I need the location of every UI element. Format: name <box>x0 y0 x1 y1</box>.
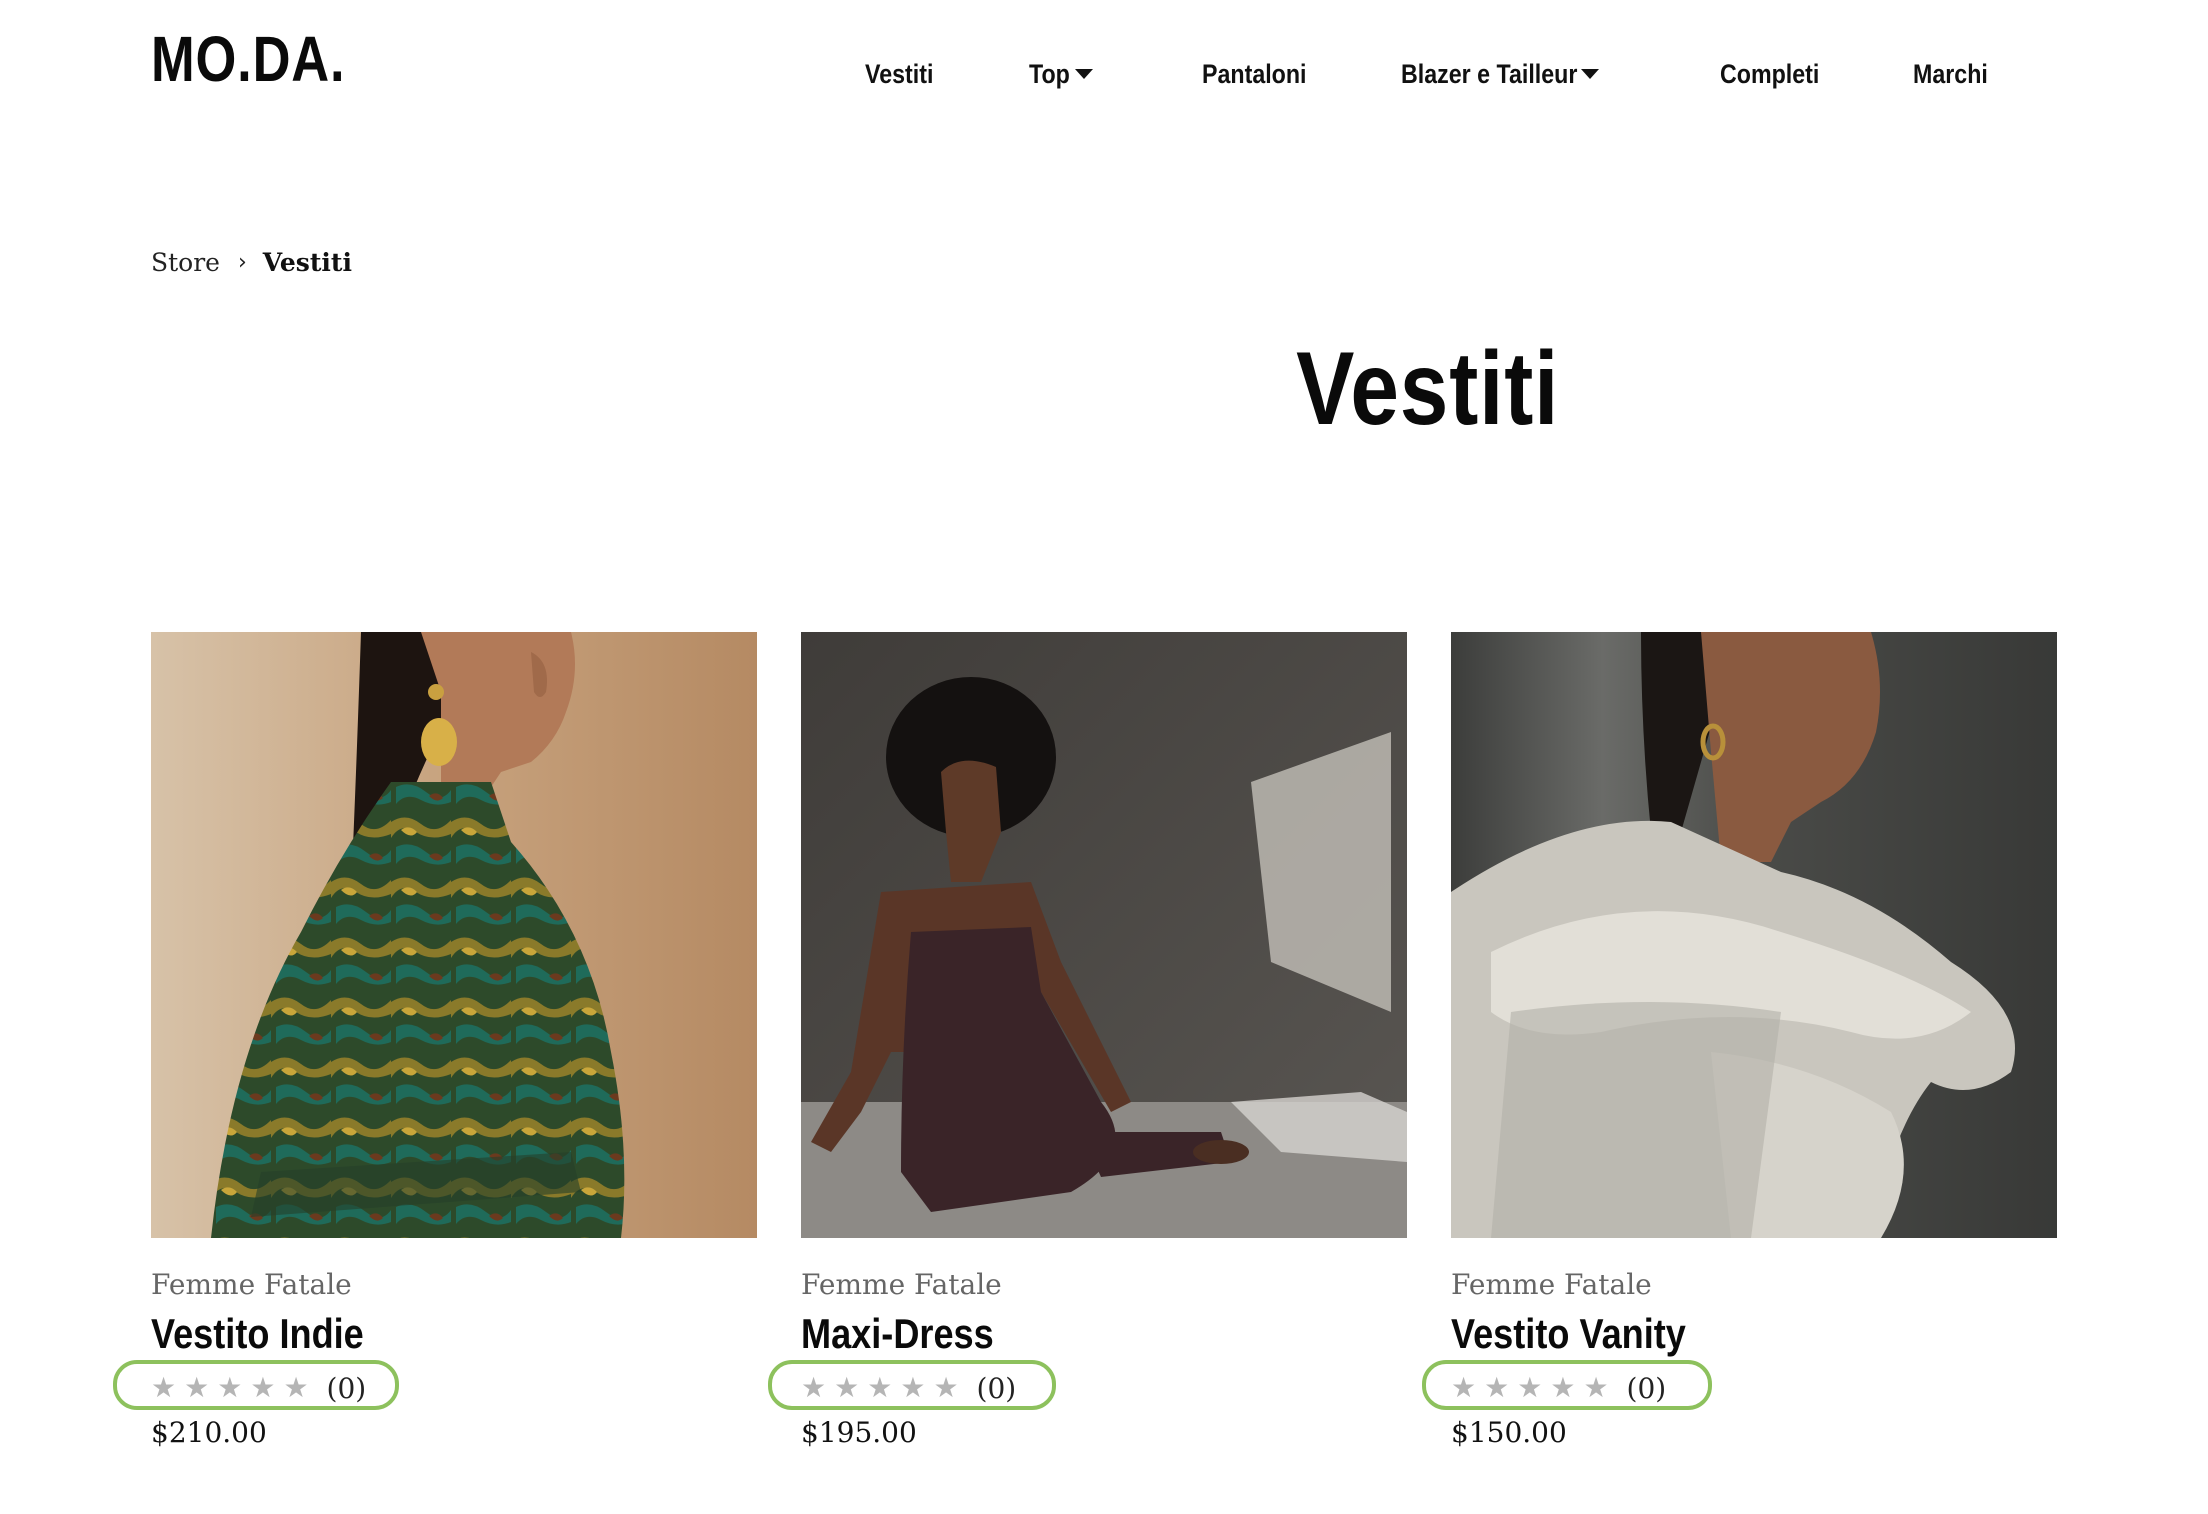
chevron-right-icon: › <box>237 250 247 275</box>
caret-down-icon <box>1581 69 1600 79</box>
site-logo[interactable]: MO.DA. <box>151 22 345 96</box>
product-name[interactable]: Maxi-Dress <box>801 1308 1407 1360</box>
nav-item-label: Vestiti <box>865 58 934 89</box>
product-rating[interactable]: ★ ★ ★ ★ ★ (0) <box>1422 1360 2057 1410</box>
product-price: $195.00 <box>801 1416 917 1449</box>
caret-down-icon <box>1075 69 1094 79</box>
breadcrumb-store-link[interactable]: Store <box>151 248 220 277</box>
product-rating[interactable]: ★ ★ ★ ★ ★ (0) <box>113 1360 757 1410</box>
product-brand: Femme Fatale <box>151 1268 352 1301</box>
nav-item-marchi[interactable]: Marchi <box>1913 54 2000 94</box>
nav-item-label: Blazer e Tailleur <box>1401 58 1578 89</box>
product-image[interactable] <box>151 632 757 1238</box>
breadcrumb-current: Vestiti <box>262 248 352 277</box>
rating-highlight-ring <box>113 1360 399 1410</box>
product-price: $150.00 <box>1451 1416 1567 1449</box>
product-card: Femme Fatale Vestito Vanity ★ ★ ★ ★ ★ (0… <box>1422 632 2057 1449</box>
breadcrumb: Store › Vestiti <box>151 248 352 277</box>
nav-item-completi[interactable]: Completi <box>1720 54 1836 94</box>
product-brand: Femme Fatale <box>801 1268 1002 1301</box>
nav-item-vestiti[interactable]: Vestiti <box>865 54 945 94</box>
product-card: Femme Fatale Vestito Indie ★ ★ ★ ★ ★ (0)… <box>113 632 757 1449</box>
product-rating[interactable]: ★ ★ ★ ★ ★ (0) <box>768 1360 1407 1410</box>
product-price: $210.00 <box>151 1416 267 1449</box>
rating-highlight-ring <box>1422 1360 1712 1410</box>
nav-item-label: Completi <box>1720 58 1820 89</box>
nav-item-pantaloni[interactable]: Pantaloni <box>1202 54 1324 94</box>
nav-item-top[interactable]: Top <box>1029 54 1094 94</box>
product-image[interactable] <box>801 632 1407 1238</box>
product-card: Femme Fatale Maxi-Dress ★ ★ ★ ★ ★ (0) $1… <box>768 632 1407 1449</box>
product-brand: Femme Fatale <box>1451 1268 1652 1301</box>
product-name[interactable]: Vestito Indie <box>151 1308 757 1360</box>
page: MO.DA. Vestiti Top Pantaloni Blazer e Ta… <box>0 0 2208 1514</box>
product-name[interactable]: Vestito Vanity <box>1451 1308 2057 1360</box>
rating-highlight-ring <box>768 1360 1056 1410</box>
nav-item-label: Marchi <box>1913 58 1988 89</box>
nav-item-label: Pantaloni <box>1202 58 1307 89</box>
nav-item-label: Top <box>1029 58 1070 89</box>
page-title: Vestiti <box>1296 331 1560 447</box>
product-image[interactable] <box>1451 632 2057 1238</box>
nav-item-blazer-e-tailleur[interactable]: Blazer e Tailleur <box>1401 54 1600 94</box>
